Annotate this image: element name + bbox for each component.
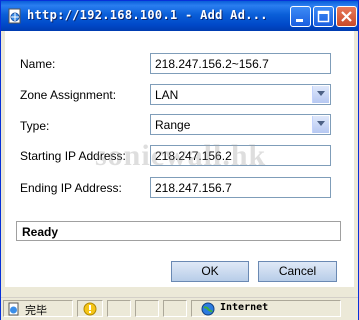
chevron-down-icon[interactable]	[312, 86, 329, 103]
status-done-cell: 完毕	[3, 300, 73, 317]
dialog-window: http://192.168.100.1 - Add Ad... Name: Z…	[0, 0, 359, 320]
ie-page-icon	[7, 8, 23, 24]
title-bar[interactable]: http://192.168.100.1 - Add Ad...	[1, 1, 358, 31]
name-label: Name:	[20, 57, 56, 71]
zone-text: Internet	[220, 302, 269, 313]
zone-value: LAN	[155, 88, 179, 102]
zone-cell: Internet	[191, 300, 341, 317]
close-button[interactable]	[336, 6, 357, 27]
watermark: sonicwall.hk	[95, 139, 267, 172]
warning-icon[interactable]	[83, 302, 97, 316]
window-title: http://192.168.100.1 - Add Ad...	[27, 8, 268, 22]
type-label: Type:	[20, 119, 50, 133]
status-done-text: 完毕	[25, 305, 47, 317]
close-icon	[341, 11, 352, 22]
end-ip-input[interactable]	[150, 177, 331, 198]
end-ip-label: Ending IP Address:	[20, 181, 122, 195]
type-select[interactable]: Range	[150, 114, 331, 135]
status-bar: 完毕 Internet	[1, 297, 358, 320]
maximize-icon	[317, 10, 330, 23]
dialog-content: Name: Zone Assignment: LAN Type: Range S…	[5, 31, 354, 287]
security-cell	[77, 300, 103, 317]
chevron-down-icon[interactable]	[312, 116, 329, 133]
name-input[interactable]	[150, 53, 331, 74]
status-empty-cell-3	[163, 300, 187, 317]
zone-label: Zone Assignment:	[20, 88, 117, 102]
type-value: Range	[155, 118, 191, 132]
maximize-button[interactable]	[313, 6, 334, 27]
minimize-button[interactable]	[290, 6, 311, 27]
globe-icon	[201, 302, 215, 316]
ok-button[interactable]: OK	[171, 261, 249, 282]
page-done-icon	[8, 302, 19, 316]
status-empty-cell-2	[135, 300, 159, 317]
status-text: Ready	[16, 221, 341, 241]
cancel-button[interactable]: Cancel	[258, 261, 337, 282]
zone-select[interactable]: LAN	[150, 84, 331, 105]
minimize-icon	[296, 19, 303, 22]
status-empty-cell-1	[107, 300, 131, 317]
